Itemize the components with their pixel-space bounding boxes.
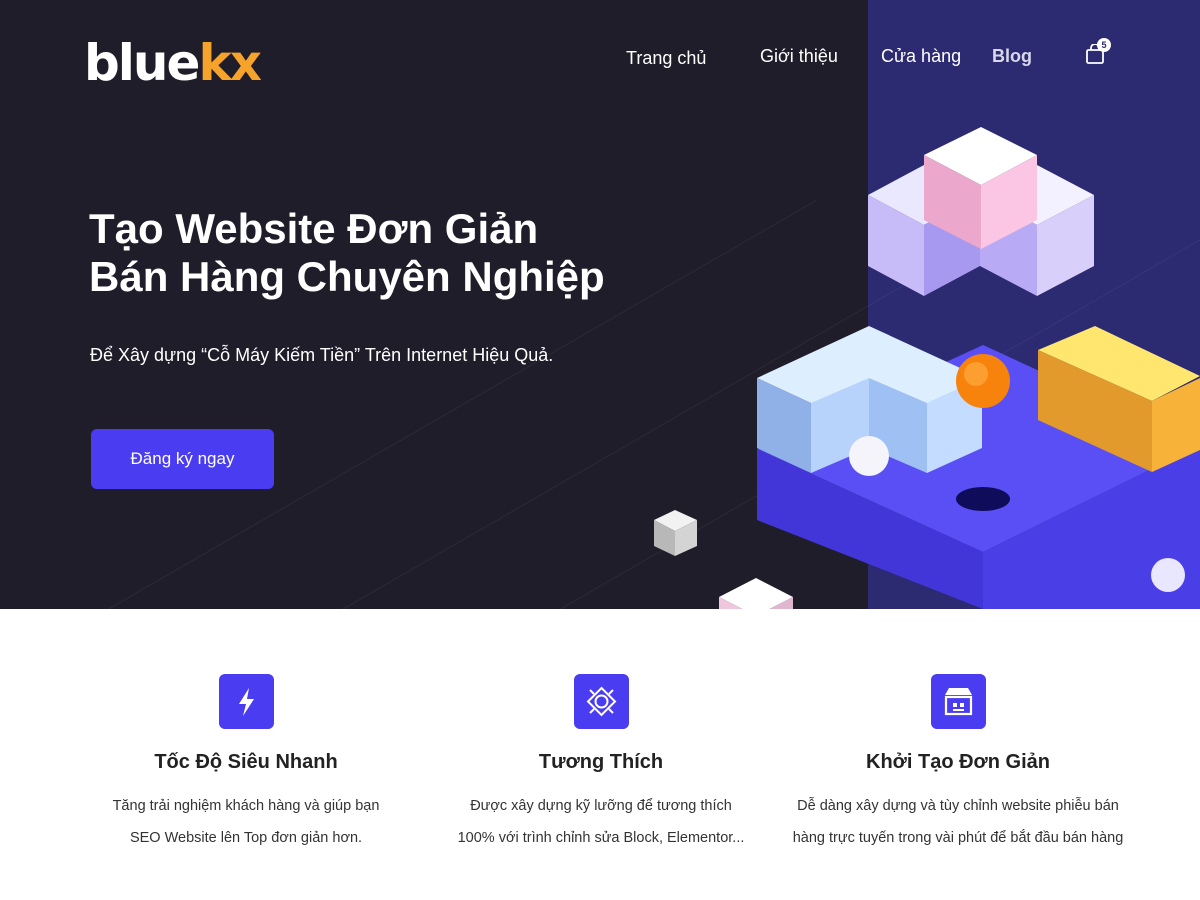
feature-card: Tương Thích Được xây dựng kỹ lưỡng để tư… [431, 674, 771, 854]
hero-title-line1: Tạo Website Đơn Giản [89, 205, 539, 252]
nav-item-trang-chu[interactable]: Trang chủ [626, 48, 706, 69]
feature-description: Tăng trải nghiệm khách hàng và giúp bạn S… [112, 798, 380, 846]
cart-count-badge: 5 [1097, 38, 1111, 52]
lightning-icon [238, 688, 254, 716]
compatible-badge-icon [586, 686, 616, 717]
feature-icon-box [930, 674, 986, 729]
hero-title-line2: Bán Hàng Chuyên Nghiệp [89, 253, 605, 300]
hero-subtitle: Để Xây dựng “Cỗ Máy Kiếm Tiền” Trên Inte… [90, 345, 554, 365]
feature-icon-box [573, 674, 629, 729]
feature-icon-box [218, 674, 274, 729]
logo[interactable]: bluekx [84, 34, 262, 92]
nav-item-blog[interactable]: Blog [992, 46, 1032, 67]
feature-title: Khởi Tạo Đơn Giản [866, 751, 1050, 773]
logo-accent-text: kx [198, 34, 262, 92]
logo-main-text: blue [84, 34, 200, 92]
store-icon [944, 688, 972, 716]
feature-title: Tốc Độ Siêu Nhanh [154, 751, 338, 773]
feature-description: Dễ dàng xây dựng và tùy chỉnh website ph… [792, 798, 1124, 846]
nav-item-cua-hang[interactable]: Cửa hàng [881, 46, 961, 67]
hero-section: bluekx Trang chủ Giới thiệu Cửa hàng Blo… [0, 0, 1200, 609]
feature-card: Khởi Tạo Đơn Giản Dễ dàng xây dựng và tù… [788, 674, 1128, 854]
feature-card: Tốc Độ Siêu Nhanh Tăng trải nghiệm khách… [76, 674, 416, 854]
hero-title: Tạo Website Đơn Giản Bán Hàng Chuyên Ngh… [89, 205, 605, 301]
feature-description: Được xây dựng kỹ lưỡng để tương thích 100… [457, 798, 745, 846]
feature-title: Tương Thích [538, 751, 664, 773]
register-button[interactable]: Đăng ký ngay [91, 429, 274, 489]
nav-item-gioi-thieu[interactable]: Giới thiệu [760, 46, 838, 67]
